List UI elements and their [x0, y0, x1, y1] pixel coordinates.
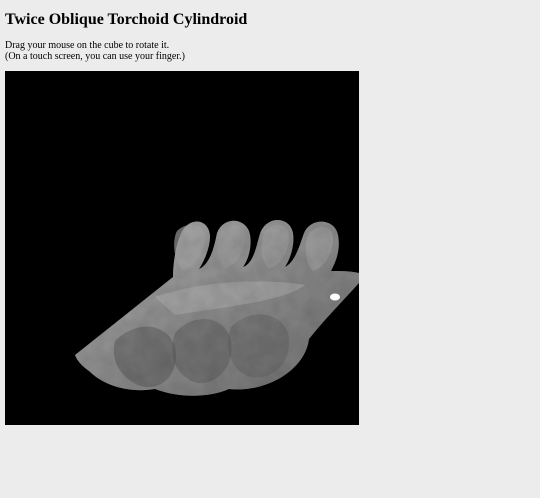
specular-highlight [330, 293, 340, 301]
page-title: Twice Oblique Torchoid Cylindroid [5, 11, 248, 28]
instruction-touch: (On a touch screen, you can use your fin… [5, 51, 185, 62]
rotatable-3d-viewer[interactable] [5, 71, 359, 425]
instruction-drag: Drag your mouse on the cube to rotate it… [5, 40, 170, 51]
surface-render [75, 219, 359, 396]
instructions: Drag your mouse on the cube to rotate it… [5, 40, 185, 62]
cylindroid-surface [75, 219, 359, 396]
